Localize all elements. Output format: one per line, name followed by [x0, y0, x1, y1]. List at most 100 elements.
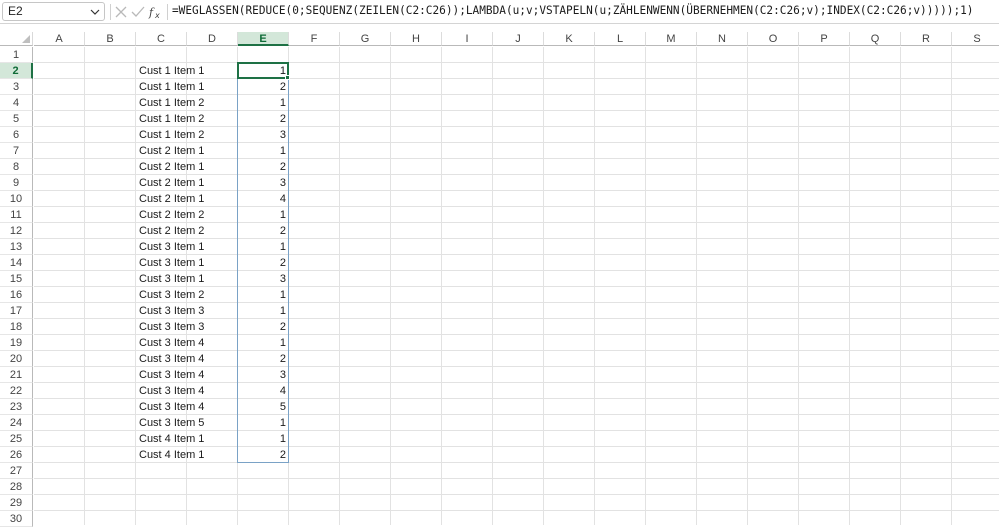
row-header-2[interactable]: 2 [0, 63, 33, 79]
column-header-j[interactable]: J [493, 32, 544, 46]
row-header-4[interactable]: 4 [0, 95, 33, 111]
cell-e21[interactable]: 3 [238, 367, 289, 383]
cell-c12[interactable]: Cust 2 Item 2 [136, 223, 204, 239]
formula-input[interactable]: =WEGLASSEN(REDUCE(0;SEQUENZ(ZEILEN(C2:C2… [172, 0, 999, 24]
row-header-8[interactable]: 8 [0, 159, 33, 175]
cell-e19[interactable]: 1 [238, 335, 289, 351]
cell-area[interactable]: Cust 1 Item 1 Cust 1 Item 1 Cust 1 Item 2C… [34, 47, 999, 525]
column-header-e[interactable]: E [238, 32, 289, 46]
row-header-1[interactable]: 1 [0, 47, 33, 63]
cell-e23[interactable]: 5 [238, 399, 289, 415]
cell-e12[interactable]: 2 [238, 223, 289, 239]
cell-c21[interactable]: Cust 3 Item 4 [136, 367, 204, 383]
row-header-16[interactable]: 16 [0, 287, 33, 303]
cell-e15[interactable]: 3 [238, 271, 289, 287]
row-header-5[interactable]: 5 [0, 111, 33, 127]
cell-c19[interactable]: Cust 3 Item 4 [136, 335, 204, 351]
row-header-13[interactable]: 13 [0, 239, 33, 255]
column-header-n[interactable]: N [697, 32, 748, 46]
cell-e11[interactable]: 1 [238, 207, 289, 223]
cell-e8[interactable]: 2 [238, 159, 289, 175]
column-header-d[interactable]: D [187, 32, 238, 46]
fill-handle[interactable] [285, 75, 290, 80]
cell-e22[interactable]: 4 [238, 383, 289, 399]
cell-c20[interactable]: Cust 3 Item 4 [136, 351, 204, 367]
row-header-3[interactable]: 3 [0, 79, 33, 95]
cell-c8[interactable]: Cust 2 Item 1 [136, 159, 204, 175]
row-header-22[interactable]: 22 [0, 383, 33, 399]
cell-e3[interactable]: 2 [238, 79, 289, 95]
column-header-h[interactable]: H [391, 32, 442, 46]
row-header-11[interactable]: 11 [0, 207, 33, 223]
cell-c7[interactable]: Cust 2 Item 1 [136, 143, 204, 159]
enter-icon[interactable] [129, 3, 147, 21]
column-header-c[interactable]: C [136, 32, 187, 46]
cell-c26[interactable]: Cust 4 Item 1 [136, 447, 204, 463]
cell-c22[interactable]: Cust 3 Item 4 [136, 383, 204, 399]
column-header-f[interactable]: F [289, 32, 340, 46]
cell-c16[interactable]: Cust 3 Item 2 [136, 287, 204, 303]
cell-c2[interactable]: Cust 1 Item 1 [136, 63, 204, 79]
cell-c11[interactable]: Cust 2 Item 2 [136, 207, 204, 223]
cell-c14[interactable]: Cust 3 Item 1 [136, 255, 204, 271]
name-box[interactable]: E2 [2, 2, 105, 21]
function-icon[interactable]: f x [147, 3, 165, 21]
cell-c13[interactable]: Cust 3 Item 1 [136, 239, 204, 255]
cell-e10[interactable]: 4 [238, 191, 289, 207]
column-header-q[interactable]: Q [850, 32, 901, 46]
column-header-a[interactable]: A [34, 32, 85, 46]
row-header-10[interactable]: 10 [0, 191, 33, 207]
cell-c5[interactable]: Cust 1 Item 2 [136, 111, 204, 127]
column-header-r[interactable]: R [901, 32, 952, 46]
column-header-l[interactable]: L [595, 32, 646, 46]
row-header-29[interactable]: 29 [0, 495, 33, 511]
cell-c25[interactable]: Cust 4 Item 1 [136, 431, 204, 447]
column-header-s[interactable]: S [952, 32, 999, 46]
row-header-20[interactable]: 20 [0, 351, 33, 367]
row-header-12[interactable]: 12 [0, 223, 33, 239]
row-header-19[interactable]: 19 [0, 335, 33, 351]
cell-e16[interactable]: 1 [238, 287, 289, 303]
cell-e14[interactable]: 2 [238, 255, 289, 271]
cell-c23[interactable]: Cust 3 Item 4 [136, 399, 204, 415]
cell-c9[interactable]: Cust 2 Item 1 [136, 175, 204, 191]
cell-e9[interactable]: 3 [238, 175, 289, 191]
cell-c24[interactable]: Cust 3 Item 5 [136, 415, 204, 431]
cell-e20[interactable]: 2 [238, 351, 289, 367]
row-header-14[interactable]: 14 [0, 255, 33, 271]
column-header-b[interactable]: B [85, 32, 136, 46]
column-header-p[interactable]: P [799, 32, 850, 46]
cell-e25[interactable]: 1 [238, 431, 289, 447]
cell-e24[interactable]: 1 [238, 415, 289, 431]
row-header-25[interactable]: 25 [0, 431, 33, 447]
cell-e26[interactable]: 2 [238, 447, 289, 463]
row-header-18[interactable]: 18 [0, 319, 33, 335]
row-header-7[interactable]: 7 [0, 143, 33, 159]
cell-c17[interactable]: Cust 3 Item 3 [136, 303, 204, 319]
cell-e6[interactable]: 3 [238, 127, 289, 143]
cell-e4[interactable]: 1 [238, 95, 289, 111]
row-header-28[interactable]: 28 [0, 479, 33, 495]
cell-c3[interactable]: Cust 1 Item 1 [136, 79, 204, 95]
column-header-o[interactable]: O [748, 32, 799, 46]
row-header-26[interactable]: 26 [0, 447, 33, 463]
row-header-27[interactable]: 27 [0, 463, 33, 479]
cell-c18[interactable]: Cust 3 Item 3 [136, 319, 204, 335]
row-header-9[interactable]: 9 [0, 175, 33, 191]
cell-c15[interactable]: Cust 3 Item 1 [136, 271, 204, 287]
column-header-i[interactable]: I [442, 32, 493, 46]
row-header-23[interactable]: 23 [0, 399, 33, 415]
chevron-down-icon[interactable] [90, 7, 100, 17]
row-header-6[interactable]: 6 [0, 127, 33, 143]
row-header-17[interactable]: 17 [0, 303, 33, 319]
column-header-m[interactable]: M [646, 32, 697, 46]
cell-e2[interactable]: 1 [238, 63, 289, 79]
cell-e7[interactable]: 1 [238, 143, 289, 159]
column-header-k[interactable]: K [544, 32, 595, 46]
cell-e5[interactable]: 2 [238, 111, 289, 127]
cell-c10[interactable]: Cust 2 Item 1 [136, 191, 204, 207]
cell-e18[interactable]: 2 [238, 319, 289, 335]
cancel-icon[interactable] [112, 3, 130, 21]
cell-c4[interactable]: Cust 1 Item 2 [136, 95, 204, 111]
cell-e17[interactable]: 1 [238, 303, 289, 319]
